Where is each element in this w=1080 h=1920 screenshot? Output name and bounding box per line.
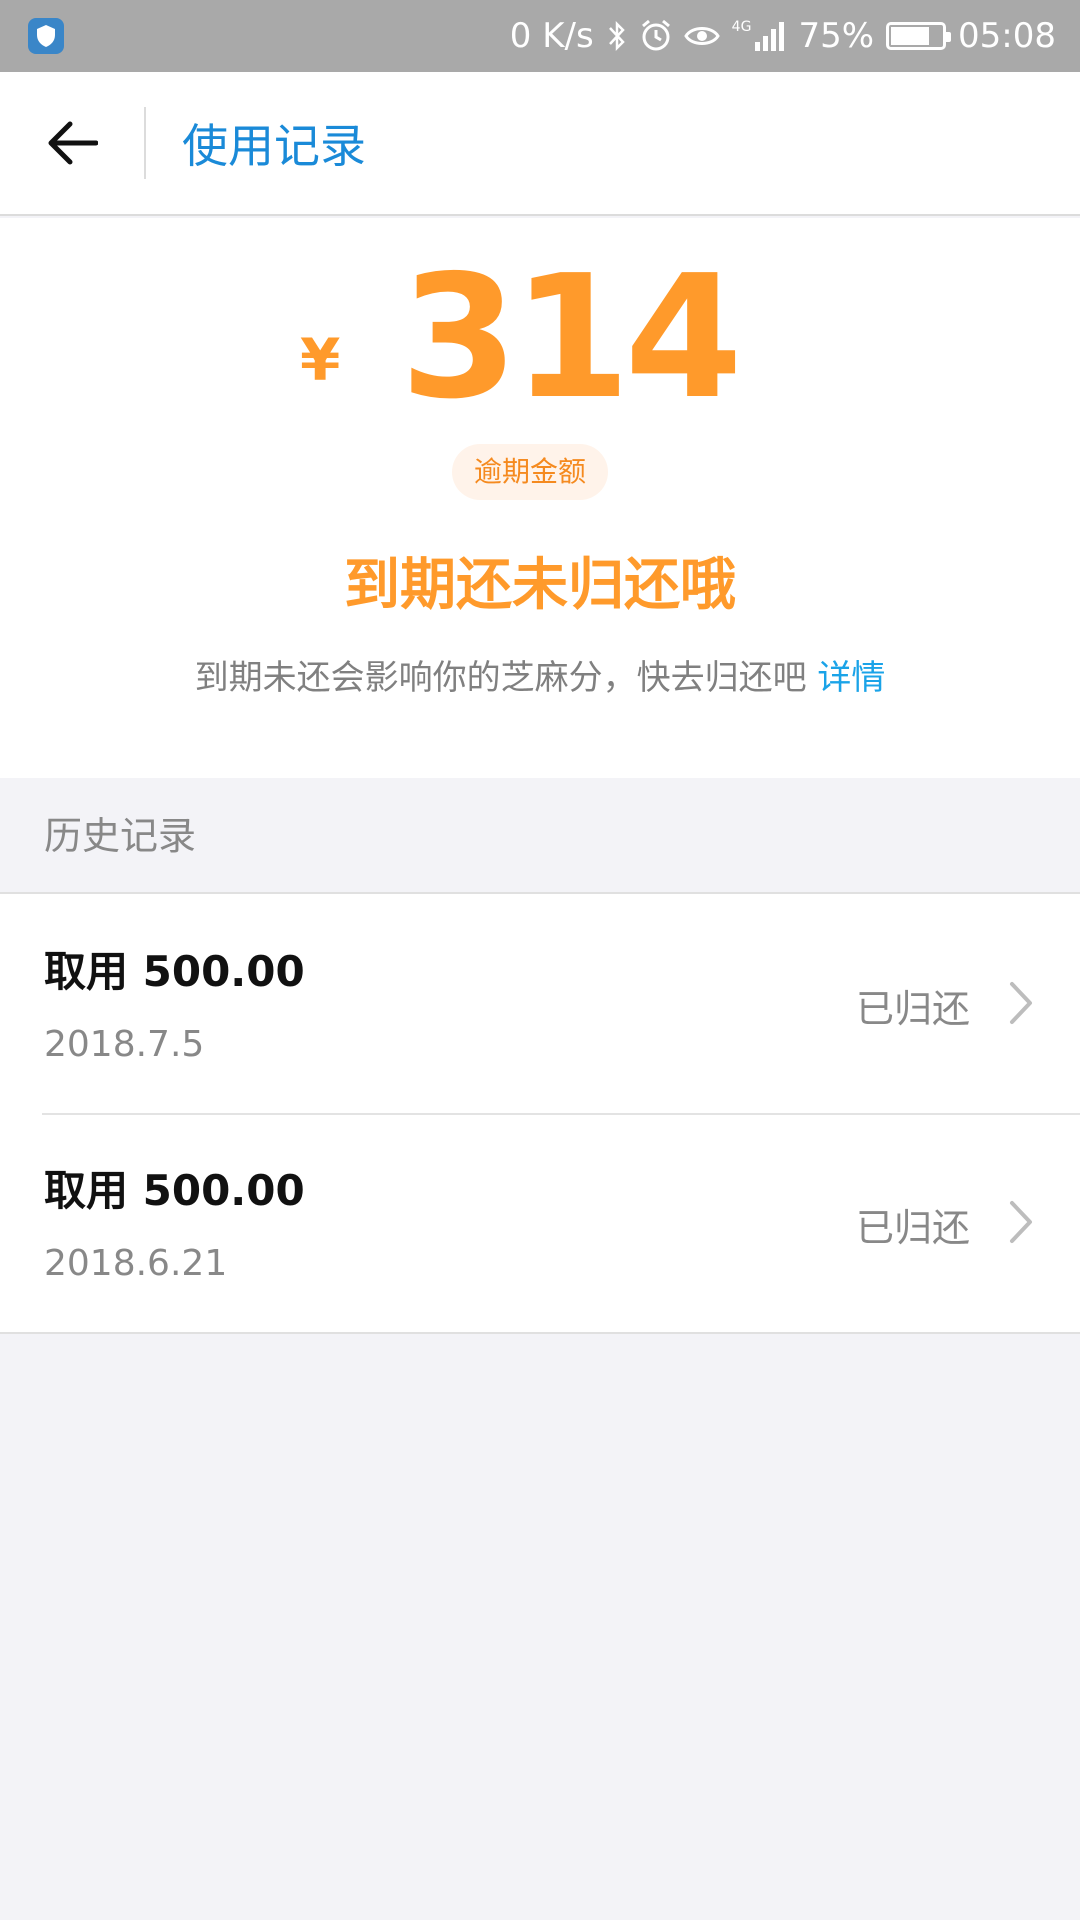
battery-level (891, 27, 929, 45)
overdue-amount-label: 逾期金额 (452, 444, 609, 500)
network-type: 4G (731, 19, 752, 35)
header-divider (144, 107, 146, 179)
history-row-title: 取用 500.00 (44, 947, 305, 996)
alarm-icon (640, 19, 672, 53)
clock: 05:08 (958, 16, 1056, 56)
overdue-amount: 314 (400, 239, 743, 437)
amount-row: ¥ 314 (0, 239, 1080, 437)
battery-icon (886, 22, 952, 50)
overdue-headline: 到期还未归还哦 (344, 553, 736, 618)
overdue-summary: ¥ 314 逾期金额 到期还未归还哦 到期未还会影响你的芝麻分，快去归还吧 详情 (0, 218, 1080, 778)
chevron-right-icon (1010, 1201, 1032, 1243)
details-link[interactable]: 详情 (817, 658, 885, 698)
status-indicators: 0 K/s 4G 75% 05:08 (510, 16, 1056, 56)
battery-percent: 75% (798, 16, 875, 56)
history-row-title: 取用 500.00 (44, 1166, 305, 1215)
chevron-right-icon (1010, 982, 1032, 1024)
history-row[interactable]: 取用 500.00 2018.7.5 已归还 (0, 894, 1080, 1113)
currency-symbol: ¥ (300, 326, 341, 394)
history-row-status: 已归还 (855, 1206, 970, 1250)
history-row-status: 已归还 (855, 987, 970, 1031)
history-list: 取用 500.00 2018.7.5 已归还 取用 500.00 2018.6.… (0, 894, 1080, 1334)
history-section-title: 历史记录 (0, 778, 1080, 894)
bluetooth-icon (606, 19, 628, 53)
overdue-hint: 到期未还会影响你的芝麻分，快去归还吧 详情 (0, 650, 1080, 699)
eye-icon (683, 21, 720, 51)
arrow-left-icon (48, 121, 98, 165)
app-header: 使用记录 (0, 72, 1080, 216)
status-bar: 0 K/s 4G 75% 05:08 (0, 0, 1080, 72)
back-button[interactable] (0, 71, 144, 215)
shield-icon (28, 18, 64, 54)
net-speed: 0 K/s (509, 16, 594, 56)
history-row-date: 2018.6.21 (44, 1243, 228, 1284)
history-row[interactable]: 取用 500.00 2018.6.21 已归还 (0, 1113, 1080, 1332)
page-title: 使用记录 (182, 119, 366, 173)
overdue-hint-text: 到期未还会影响你的芝麻分，快去归还吧 (194, 658, 818, 698)
history-row-date: 2018.7.5 (44, 1024, 205, 1065)
signal-icon: 4G (732, 20, 787, 52)
